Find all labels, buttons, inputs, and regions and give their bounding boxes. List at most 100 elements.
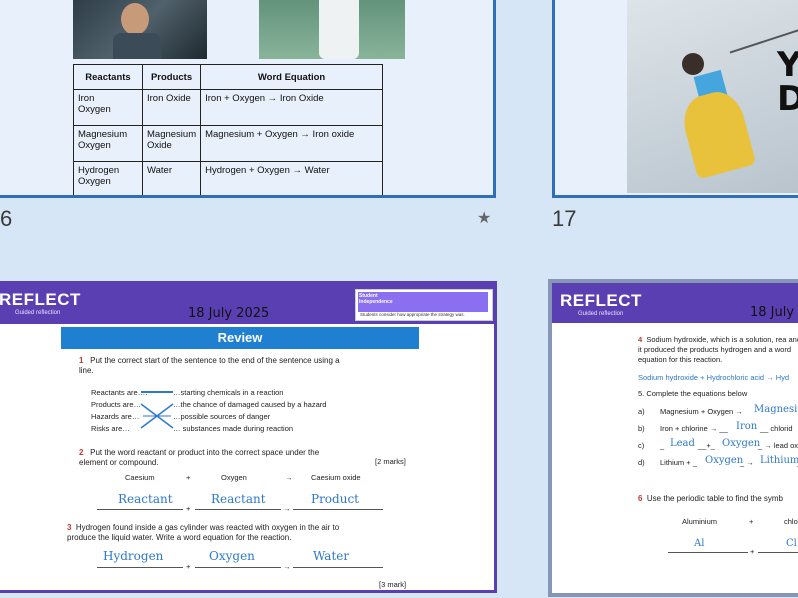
- table-cell: Hydrogen + Oxygen → Water: [200, 161, 383, 195]
- reflect-title: REFLECT: [560, 291, 642, 310]
- eq-answer: Iron: [736, 421, 758, 432]
- arrow-sign: →: [283, 562, 291, 571]
- eq-answer: Oxygen: [705, 455, 744, 466]
- badge-title: Student Independence: [358, 292, 488, 312]
- table-cell: Hydrogen Oxygen: [73, 161, 143, 195]
- guided-reflection-label: Guided reflection: [15, 310, 61, 316]
- q2-term: Oxygen: [221, 473, 247, 482]
- answer-line: [97, 509, 183, 510]
- eq-label: b): [638, 424, 645, 433]
- plus-sign: +: [186, 504, 191, 513]
- q1-right-3: … substances made during reaction: [173, 424, 294, 433]
- answer-line: [293, 567, 383, 568]
- question-6: 6 Use the periodic table to find the sym…: [638, 494, 798, 504]
- q2-text: Put the word reactant or product into th…: [79, 448, 320, 467]
- q2-answer: Reactant: [211, 492, 266, 506]
- table-cell: Magnesium Oxide: [141, 125, 202, 162]
- plus-sign: +: [750, 547, 755, 556]
- col-header-products: Products: [141, 64, 202, 90]
- table-cell: Iron + Oxygen → Iron Oxide: [200, 89, 383, 126]
- q2-term: Caesium: [125, 473, 155, 482]
- q-number: 6: [638, 494, 643, 503]
- star-icon[interactable]: ★: [477, 208, 491, 228]
- slide-thumbnail-review[interactable]: REFLECT Guided reflection 18 July 2025 S…: [0, 281, 497, 593]
- q3-answer: Hydrogen: [103, 549, 164, 563]
- q2-term: Caesium oxide: [311, 473, 361, 482]
- q-number: 1: [79, 356, 84, 365]
- eq-answer: Magnesium: [754, 404, 798, 415]
- matching-lines: [140, 391, 174, 429]
- answer-line: [758, 552, 798, 553]
- slide-number-17: 17: [552, 206, 577, 231]
- eq-text: Lithium + _: [660, 458, 697, 467]
- eq-answer: Lithium: [760, 455, 798, 466]
- q2-answer: Product: [311, 492, 359, 506]
- table-cell: Water: [141, 161, 202, 195]
- table-cell: Magnesium + Oxygen → Iron oxide: [200, 125, 383, 162]
- plus-sign: +: [186, 562, 191, 571]
- q4-answer: Sodium hydroxide + Hydrochloric acid → H…: [638, 373, 790, 382]
- q6-term: +: [749, 517, 754, 526]
- photo-man-thinking: [73, 0, 207, 59]
- q1-right-0: …starting chemicals in a reaction: [173, 388, 284, 397]
- eq-tail: __ chlorid: [760, 424, 793, 433]
- badge-note: Students consider how appropriate the st…: [360, 312, 465, 317]
- eq-text: _: [660, 441, 665, 450]
- eq-label: a): [638, 407, 645, 416]
- slide-banner-text: YO D: [777, 48, 798, 116]
- eq-answer: Lead: [670, 438, 695, 449]
- question-1: 1 Put the correct start of the sentence …: [79, 356, 349, 376]
- eq-label: c): [638, 441, 645, 450]
- q6-term: Aluminium: [682, 517, 718, 526]
- q2-marks: [2 marks]: [375, 457, 406, 466]
- photo-scientist: [259, 0, 405, 59]
- q2-term: →: [285, 473, 293, 482]
- q1-right-1: …the chance of damaged caused by a hazar…: [173, 400, 327, 409]
- question-3: 3 Hydrogen found inside a gas cylinder w…: [67, 523, 347, 543]
- eq-mid: __+_: [698, 441, 715, 450]
- q3-marks: [3 mark]: [379, 580, 407, 589]
- q6-term: chlor: [784, 517, 798, 526]
- eq-tail: _ → lead oxi: [758, 441, 798, 450]
- arrow-sign: →: [283, 504, 291, 513]
- q3-answer: Water: [313, 549, 350, 563]
- q1-left-3: Risks are…: [91, 424, 130, 433]
- slide-thumbnail-right[interactable]: REFLECT Guided reflection 18 July 4 Sodi…: [548, 279, 798, 597]
- q-number: 4: [638, 335, 643, 344]
- slide-thumbnail-16[interactable]: Reactants Products Word Equation Iron Ox…: [0, 0, 496, 198]
- review-title-bar: Review: [61, 327, 419, 349]
- question-4: 4 Sodium hydroxide, which is a solution,…: [638, 335, 798, 365]
- slide-number-16: 6: [0, 206, 13, 231]
- slide-thumbnail-17[interactable]: YO D: [552, 0, 798, 198]
- slide-illustration: YO D: [627, 0, 798, 193]
- answer-line: [195, 509, 281, 510]
- col-header-word-equation: Word Equation: [200, 64, 383, 90]
- question-2: 2 Put the word reactant or product into …: [79, 448, 349, 468]
- q6-text: Use the periodic table to find the symb: [646, 494, 783, 503]
- q3-answer: Oxygen: [209, 549, 255, 563]
- q5-title: 5. Complete the equations below: [638, 389, 748, 398]
- q2-answer: Reactant: [118, 492, 173, 506]
- q1-text: Put the correct start of the sentence to…: [79, 356, 340, 375]
- reactants-table: Reactants Products Word Equation Iron Ox…: [73, 64, 383, 195]
- table-cell: Magnesium Oxygen: [73, 125, 143, 162]
- table-cell: Iron Oxygen: [73, 89, 143, 126]
- col-header-reactants: Reactants: [73, 64, 143, 90]
- q3-text: Hydrogen found inside a gas cylinder was…: [67, 523, 340, 542]
- guided-reflection-label: Guided reflection: [578, 311, 624, 317]
- eq-label: d): [638, 458, 645, 467]
- q1-right-2: …possible sources of danger: [173, 412, 271, 421]
- q6-answer: Cl: [786, 538, 797, 549]
- table-cell: Iron Oxide: [141, 89, 202, 126]
- answer-line: [97, 567, 183, 568]
- review-title: Review: [217, 330, 263, 345]
- slide-date: 18 July 2025: [188, 306, 270, 321]
- reflect-title: REFLECT: [0, 290, 81, 309]
- eq-text: Magnesium + Oxygen →: [660, 407, 743, 416]
- eq-mid: _ →: [740, 458, 754, 467]
- q4-text: Sodium hydroxide, which is a solution, r…: [638, 335, 798, 364]
- independence-badge: Student Independence Students consider h…: [355, 289, 493, 321]
- q6-answer: Al: [694, 538, 705, 549]
- q-number: 3: [67, 523, 72, 532]
- answer-line: [293, 509, 383, 510]
